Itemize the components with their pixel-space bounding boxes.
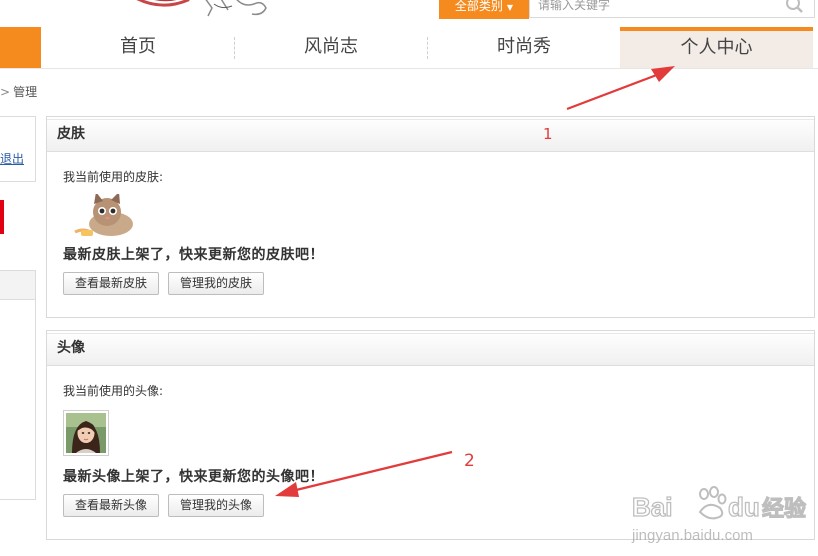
search-input[interactable]: 请输入关键字	[529, 0, 815, 18]
breadcrumb-current: 管理	[13, 85, 38, 99]
sidebar-menu-box	[0, 270, 36, 500]
tab-personal-center[interactable]: 个人中心	[620, 27, 813, 68]
search-icon[interactable]	[784, 0, 804, 16]
category-label: 全部类别	[454, 0, 503, 13]
skin-panel-title: 皮肤	[47, 117, 814, 152]
current-avatar-label: 我当前使用的头像:	[63, 384, 164, 398]
baidu-watermark: Bai du 经验 jingyan.baidu.com	[630, 486, 818, 552]
chevron-right-icon: >	[0, 85, 11, 99]
watermark-brand-a: Bai	[632, 492, 672, 522]
logout-link[interactable]: 退出	[0, 150, 24, 167]
site-header: 全部类别 ▼ 请输入关键字	[0, 0, 818, 27]
avatar-promo-text: 最新头像上架了，快来更新您的头像吧！	[63, 469, 324, 485]
sidebar-menu-header	[0, 271, 35, 300]
annotation-number-1: 1	[543, 125, 553, 143]
current-skin-label: 我当前使用的皮肤:	[63, 170, 164, 184]
arrow-1	[566, 66, 675, 111]
nav-accent-block	[0, 27, 41, 68]
watermark-brand-c: 经验	[762, 496, 806, 522]
sidebar-user-box	[0, 116, 36, 182]
avatar	[63, 410, 109, 456]
annotation-number-2: 2	[464, 451, 475, 471]
sidebar-red-badge	[0, 200, 4, 234]
manage-my-avatar-button[interactable]: 管理我的头像	[168, 494, 265, 517]
category-dropdown[interactable]: 全部类别 ▼	[439, 0, 529, 19]
breadcrumb: > 管理	[0, 83, 37, 100]
tab-fashion-magazine[interactable]: 风尚志	[235, 27, 427, 68]
tab-home[interactable]: 首页	[42, 27, 234, 68]
chevron-down-icon: ▼	[506, 3, 514, 12]
baidu-paw-logo: Bai du 经验 jingyan.baidu.com	[631, 486, 807, 544]
skin-panel: 皮肤 我当前使用的皮肤: 最新皮肤上架了，快来更新您的皮肤吧！ 查看最新皮肤 管…	[46, 116, 815, 318]
manage-my-skins-button[interactable]: 管理我的皮肤	[168, 272, 265, 295]
watermark-url: jingyan.baidu.com	[631, 527, 753, 544]
avatar-panel-title: 头像	[47, 331, 814, 366]
tab-fashion-show[interactable]: 时尚秀	[428, 27, 620, 68]
main-nav: 首页 风尚志 时尚秀 个人中心	[0, 27, 818, 69]
logo-illustration	[136, 0, 267, 17]
watermark-brand-b: du	[728, 492, 760, 522]
view-latest-skins-button[interactable]: 查看最新皮肤	[63, 272, 160, 295]
skin-thumbnail	[67, 194, 143, 238]
avatar-image	[66, 413, 106, 453]
view-latest-avatars-button[interactable]: 查看最新头像	[63, 494, 160, 517]
skin-promo-text: 最新皮肤上架了，快来更新您的皮肤吧！	[63, 247, 324, 263]
